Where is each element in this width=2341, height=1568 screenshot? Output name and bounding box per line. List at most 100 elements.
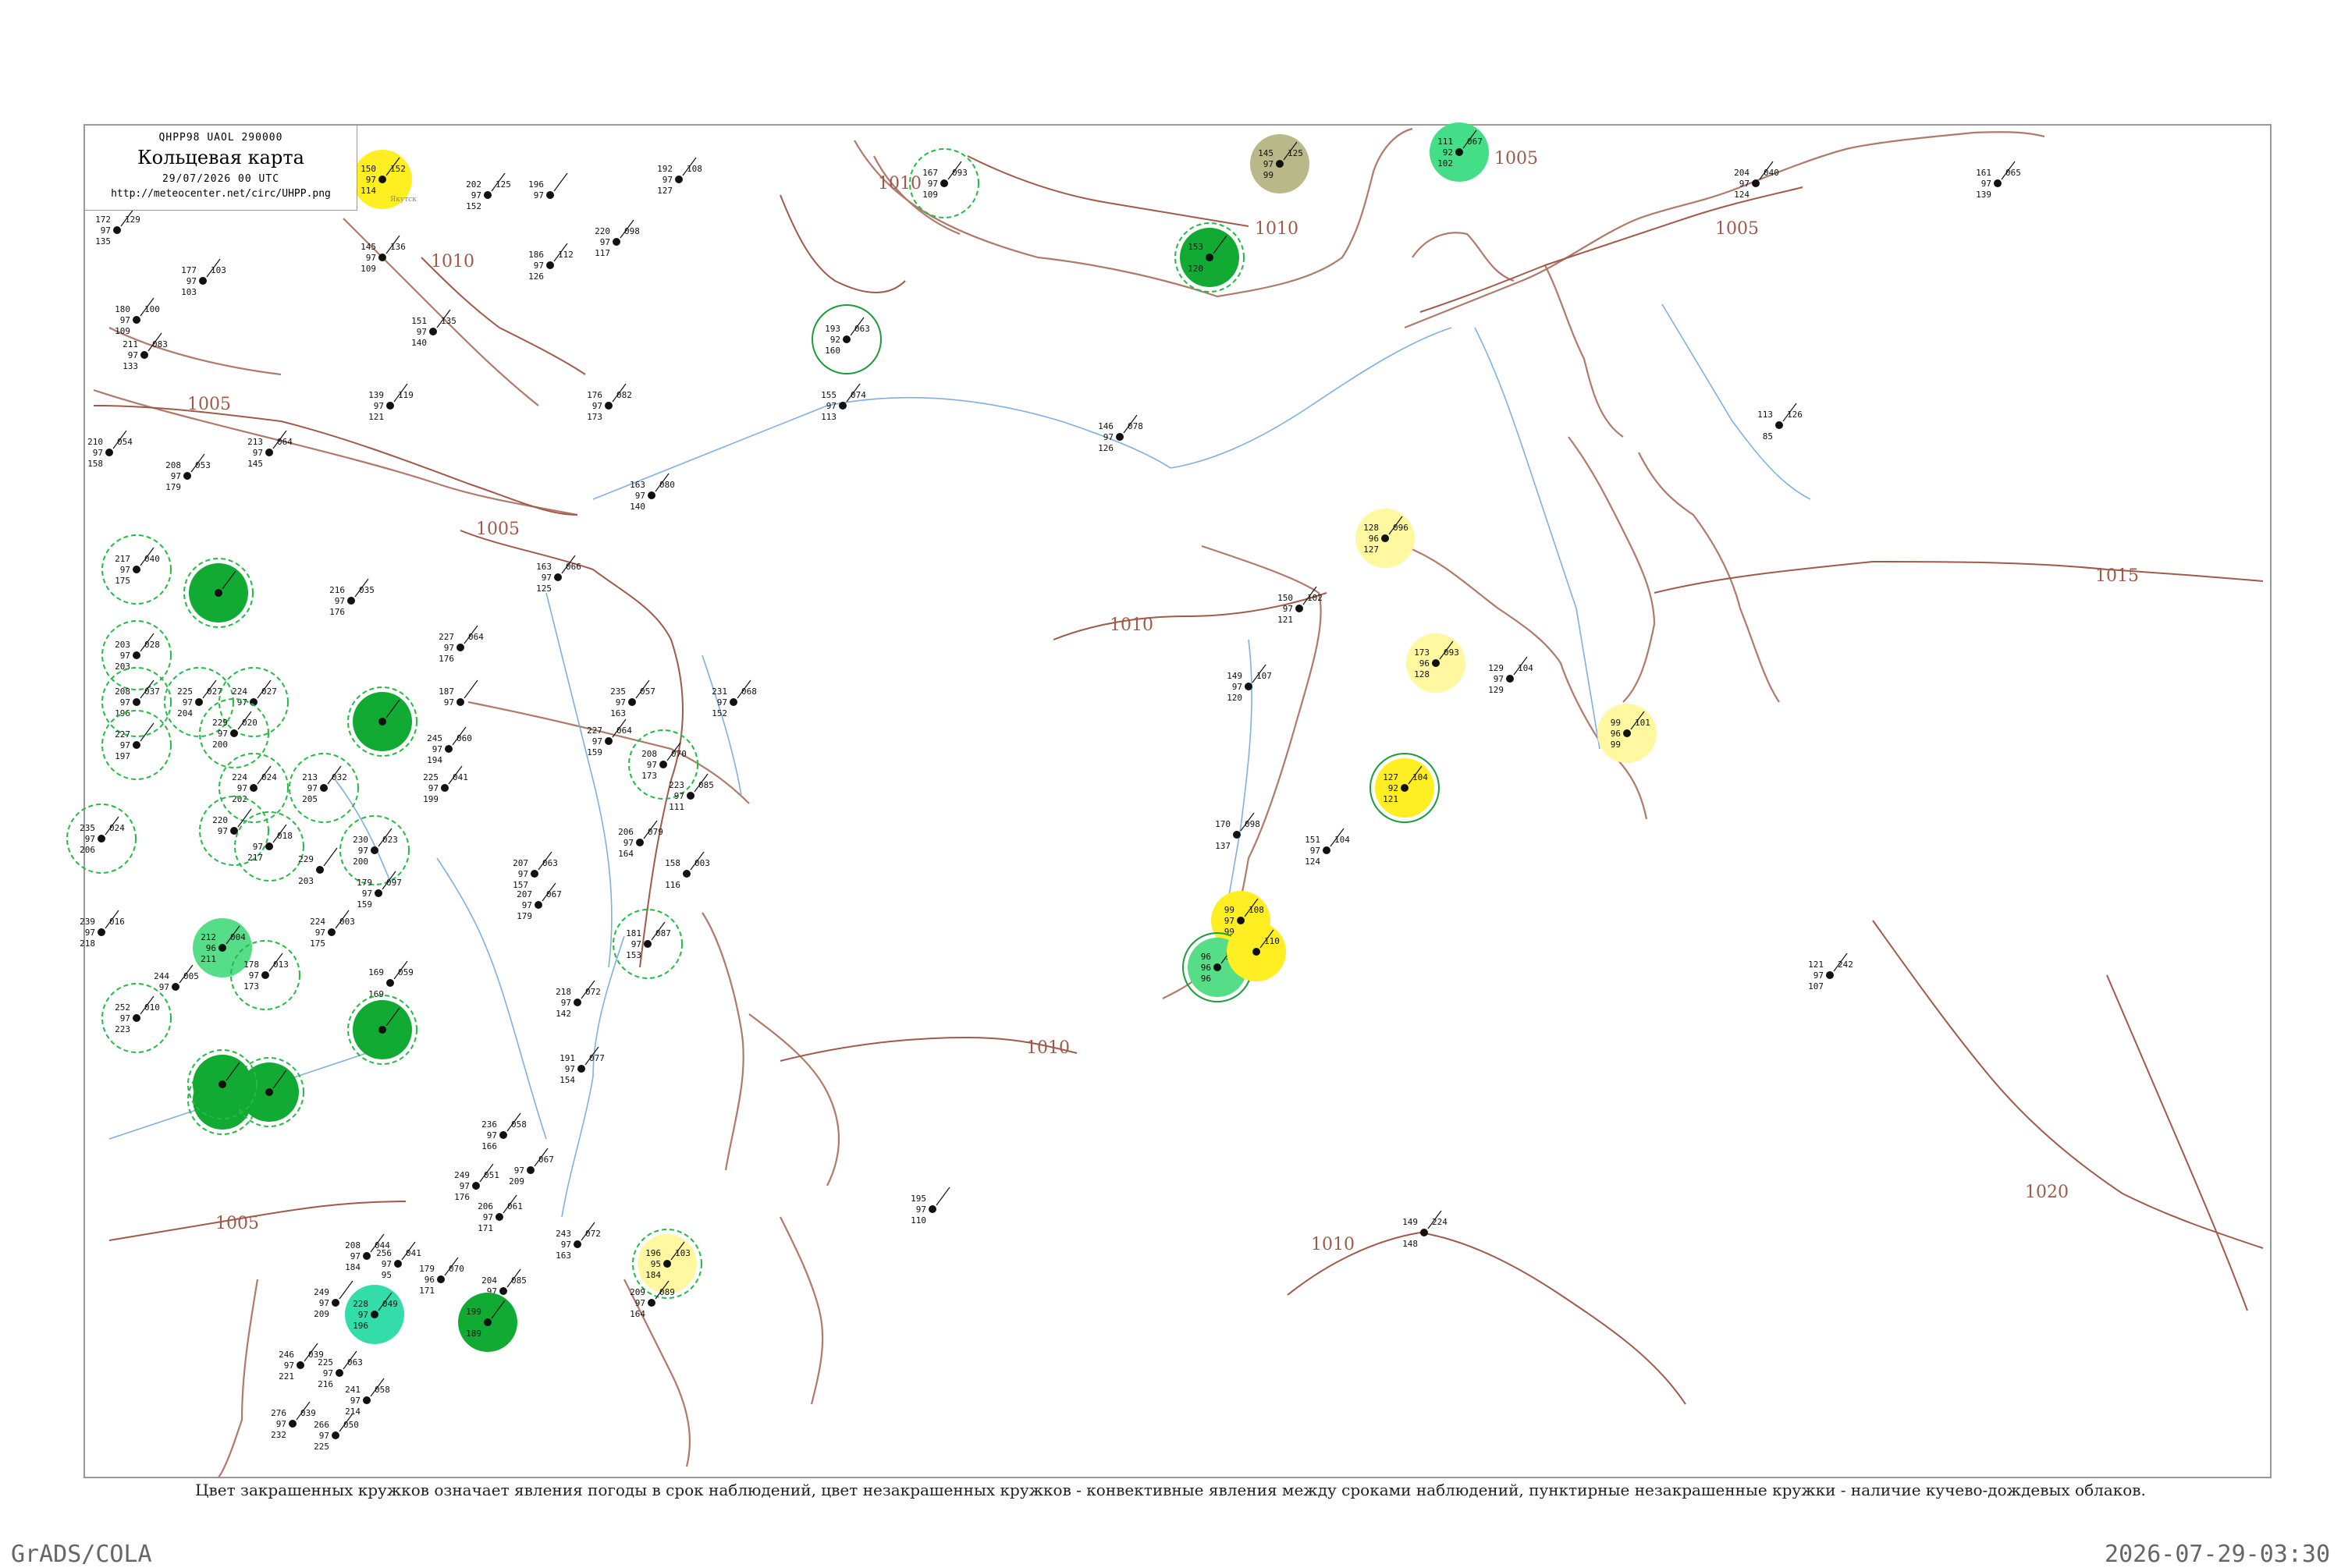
station-plot[interactable]: 22597216 063 (318, 1350, 363, 1389)
station-plot[interactable]: 26697225 050 (314, 1413, 359, 1452)
station-plot[interactable]: 21397205 032 (289, 753, 359, 823)
station-plot[interactable]: 18697126 112 (528, 243, 574, 282)
station-plot[interactable]: 21097158 054 (87, 430, 133, 469)
station-plot[interactable]: 23997218 016 (80, 910, 125, 949)
station-plot[interactable]: 14997120 107 (1227, 664, 1272, 703)
station-plot[interactable]: 14597109 136 (361, 235, 406, 274)
station-plot[interactable]: 199 189 (458, 1293, 517, 1352)
station-plot[interactable]: 17797103103 (181, 258, 226, 297)
station-plot[interactable]: 22397111 085 (669, 773, 714, 812)
station-temperature: 220 (595, 226, 610, 236)
station-plot[interactable]: 21397145 064 (247, 430, 293, 469)
station-plot[interactable]: 24597194 060 (427, 726, 472, 765)
station-plot[interactable]: 22997200 020 (199, 698, 269, 768)
station-plot[interactable]: 15197140 135 (411, 309, 456, 348)
station-plot[interactable]: 16397125 066 (536, 555, 581, 594)
station-plot[interactable]: 25297223010 (101, 983, 172, 1053)
station-plot[interactable]: 110 (1227, 922, 1286, 981)
station-plot[interactable]: 2569795 041 (376, 1241, 421, 1280)
station-plot[interactable]: 21797175 040 (101, 534, 172, 605)
station-plot[interactable]: 24197214 058 (345, 1378, 390, 1417)
station-plot[interactable] (347, 995, 417, 1065)
station-plot[interactable]: 97209 067 (509, 1148, 554, 1187)
station-plot[interactable]: 19297127 108 (657, 157, 702, 196)
station-plot[interactable]: 16397140 080 (630, 473, 675, 512)
station-plot[interactable]: 24497 005 (154, 964, 199, 992)
station-temperature: 235 (80, 823, 95, 833)
station-plot[interactable]: 22097117 098 (595, 219, 640, 258)
station-plot[interactable]: 17697173 082 (587, 383, 632, 422)
station-plot[interactable]: 18197153 087 (613, 909, 683, 979)
station-plot[interactable]: 12792121 104 (1369, 753, 1440, 823)
station-pressure: 119 (398, 390, 414, 400)
station-plot[interactable] (183, 558, 254, 628)
station-plot[interactable]: 149 148 224 (1402, 1210, 1448, 1249)
station-temperature: 196 (645, 1248, 661, 1258)
station-plot[interactable]: 17396128 093 (1406, 633, 1465, 693)
station-plot[interactable]: 153 120 (1174, 222, 1245, 293)
station-plot[interactable]: 14697126 078 (1098, 414, 1143, 453)
station-plot[interactable]: 23697166 058 (481, 1112, 527, 1151)
station-plot[interactable]: 20697171 061 (478, 1194, 523, 1233)
station-plot[interactable]: 19392160 063 (812, 304, 882, 374)
station-plot[interactable]: 17897173 013 (230, 940, 300, 1010)
station-plot[interactable] (347, 686, 417, 757)
station-plot[interactable]: 158 116 003 (665, 851, 710, 890)
station-value: 97 (592, 736, 602, 747)
station-plot[interactable]: 19197154 077 (559, 1046, 605, 1085)
station-plot[interactable]: 21697176 035 (329, 578, 375, 617)
station-plot[interactable]: 20397203 028 (101, 620, 172, 690)
station-plot[interactable]: 22497175 003 (310, 910, 355, 949)
station-plot[interactable]: 20797157063 (513, 851, 558, 890)
station-value: 97 (186, 276, 197, 286)
station-plot[interactable]: 23197152 068 (712, 679, 757, 718)
station-plot[interactable]: 18097109 100 (115, 297, 160, 336)
station-plot[interactable]: 22797197 (101, 710, 172, 780)
station-plot[interactable]: 20297152 125 (466, 172, 511, 211)
station-value: 97 (631, 939, 641, 949)
station-value: 97 (120, 740, 130, 750)
station-plot[interactable]: 19697 (528, 172, 568, 200)
station-plot[interactable]: 17996171 070 (419, 1257, 464, 1296)
station-plot[interactable]: 21197133 083 (123, 332, 168, 371)
station-dewpoint: 160 (825, 346, 840, 356)
source-url[interactable]: http://meteocenter.net/circ/UHPP.png (85, 188, 357, 200)
station-plot[interactable]: 12997129 104 (1488, 656, 1533, 695)
station-plot[interactable]: 17997159 097 (357, 871, 402, 910)
station-plot[interactable]: 22497202 024 (218, 753, 289, 823)
station-plot[interactable]: 113 85 126 (1757, 403, 1803, 442)
station-plot[interactable]: 24997176 051 (454, 1163, 499, 1202)
station-plot[interactable]: 23597206 024 (66, 804, 137, 874)
station-plot[interactable]: 24397163 072 (556, 1222, 601, 1261)
bulletin-code: QHPP98 UAOL 290000 (158, 132, 283, 144)
station-plot[interactable]: 169169059 (368, 960, 414, 999)
station-plot[interactable]: 22797176 064 (439, 625, 484, 664)
station-plot[interactable]: 16197139 065 (1976, 161, 2021, 200)
station-plot[interactable]: 15597113 074 (821, 383, 866, 422)
station-plot[interactable]: 11192102 067 (1430, 122, 1489, 182)
station-plot[interactable]: 15097121 102 (1277, 586, 1323, 625)
station-plot[interactable]: 22597199 041 (423, 765, 468, 804)
station-plot[interactable]: 20897196037 (101, 667, 172, 737)
station-plot[interactable]: 999699 101 (1597, 704, 1657, 763)
station-plot[interactable]: 20797179 067 (517, 882, 562, 921)
station-plot[interactable]: 22897196 049 (345, 1285, 404, 1344)
station-plot[interactable]: 23597163 057 (610, 679, 655, 718)
station-plot[interactable]: 27697232 039 (271, 1401, 316, 1440)
station-plot[interactable]: 21897142 072 (556, 980, 601, 1019)
station-plot[interactable] (187, 1049, 258, 1119)
station-plot[interactable]: 20897179 053 (165, 453, 211, 492)
isobar-label: 1020 (2025, 1183, 2069, 1202)
station-plot[interactable]: 12197107 242 (1808, 953, 1853, 992)
station-plot[interactable]: 13997121 119 (368, 383, 414, 422)
station-plot[interactable]: 20897173070 (628, 729, 698, 800)
station-plot[interactable]: 12896127 096 (1355, 509, 1415, 568)
station-plot[interactable]: 15197124 104 (1305, 828, 1350, 867)
station-plot[interactable]: 19597110 (911, 1187, 950, 1226)
station-plot[interactable]: 15097114 152 Якутск (353, 150, 417, 209)
station-plot[interactable]: 17297135 129 (95, 208, 140, 247)
station-plot[interactable]: 97217 018 (234, 811, 304, 882)
station-plot[interactable]: 23097200 023 (339, 815, 410, 885)
station-plot[interactable]: 1459799 125 (1250, 134, 1309, 193)
station-plot[interactable]: 229 203 (298, 847, 338, 886)
